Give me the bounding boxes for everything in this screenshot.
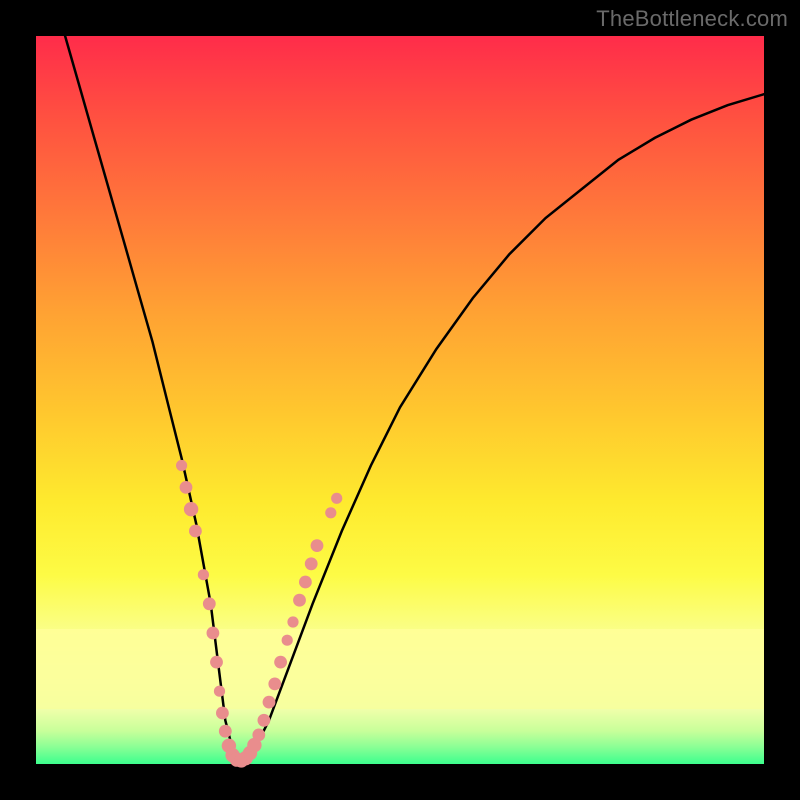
marker-point <box>214 686 225 697</box>
attribution-text: TheBottleneck.com <box>596 6 788 32</box>
marker-group <box>176 460 342 768</box>
curve-line <box>65 36 764 760</box>
marker-point <box>287 616 298 627</box>
marker-point <box>189 525 202 538</box>
chart-svg <box>36 36 764 764</box>
marker-point <box>198 569 209 580</box>
marker-point <box>216 707 229 720</box>
marker-point <box>176 460 187 471</box>
marker-point <box>325 507 336 518</box>
marker-point <box>331 493 342 504</box>
bottleneck-curve <box>65 36 764 760</box>
marker-point <box>252 729 265 742</box>
marker-point <box>219 725 232 738</box>
marker-point <box>282 635 293 646</box>
marker-point <box>274 656 287 669</box>
marker-point <box>207 627 220 640</box>
marker-point <box>263 696 276 709</box>
marker-point <box>210 656 223 669</box>
marker-point <box>258 714 271 727</box>
chart-plot-area <box>36 36 764 764</box>
marker-point <box>268 678 281 691</box>
marker-point <box>203 597 216 610</box>
marker-point <box>293 594 306 607</box>
marker-point <box>184 502 198 516</box>
marker-point <box>299 576 312 589</box>
marker-point <box>311 539 324 552</box>
marker-point <box>305 557 318 570</box>
marker-point <box>180 481 193 494</box>
